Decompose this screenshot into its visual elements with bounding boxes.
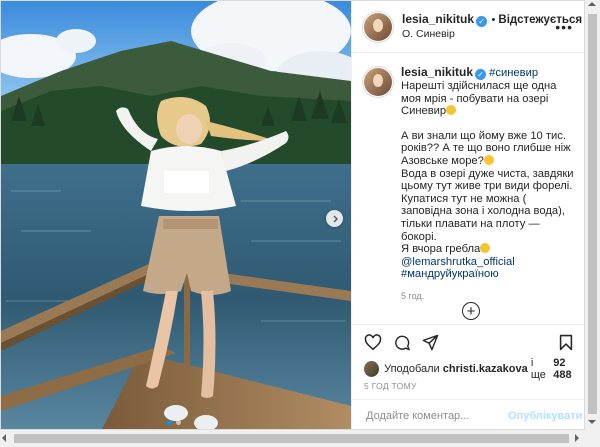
scroll-left-arrow-icon[interactable] [2,434,6,442]
liker-username-link[interactable]: christi.kazakova [443,363,528,375]
mention-link[interactable]: @lemarshrutka_official [401,256,515,268]
post-timestamp: 5 ГОД ТОМУ [364,381,417,391]
liker-avatar[interactable] [364,361,380,377]
verified-icon: ✓ [475,69,487,80]
vertical-scrollbar-thumb[interactable] [588,14,597,414]
scroll-down-arrow-icon[interactable] [588,420,596,424]
action-bar [352,324,584,361]
carousel-dot-active [167,420,172,425]
caption-avatar[interactable] [364,68,392,96]
carousel-next-button[interactable] [326,210,343,227]
post-card: lesia_nikituk ✓ • Відстежується О. Синеві… [0,0,585,430]
comment-icon[interactable] [393,334,411,351]
comment-form: Опублікувати [352,399,584,429]
horizontal-scrollbar-thumb[interactable] [14,434,569,443]
likes-line: Уподобали christi.kazakova і ще 92 488 [364,357,584,381]
add-comment-icon[interactable]: + [462,302,480,320]
horizontal-scrollbar[interactable] [0,430,585,447]
post-photo[interactable] [1,1,351,429]
share-icon[interactable] [422,334,439,351]
hashtag-inline-link[interactable]: #синевир [489,67,538,79]
hashtag-link[interactable]: #мандруйукраїною [401,268,499,280]
caption-time: 5 год. [401,290,425,301]
likes-count-link[interactable]: 92 488 [553,357,584,381]
lake-photo-illustration [1,1,351,429]
scroll-up-arrow-icon[interactable] [588,2,596,6]
verified-icon: ✓ [476,16,488,27]
username-link[interactable]: lesia_nikituk [402,12,474,26]
save-icon[interactable] [559,334,573,351]
caption-paragraph-2d: Я вчора гребла [401,243,481,256]
smiling-face-hearts-emoji [446,105,457,116]
publish-button[interactable]: Опублікувати [508,410,582,422]
scroll-right-arrow-icon[interactable] [575,434,579,442]
comment-input[interactable] [364,409,508,423]
avatar[interactable] [364,12,392,41]
caption-text: lesia_nikituk ✓ #синевир Нарешті здійснил… [401,66,578,303]
post-header: lesia_nikituk ✓ • Відстежується О. Синеві… [352,1,584,53]
heart-icon[interactable] [364,334,382,351]
chevron-right-icon [333,215,338,222]
likes-middle: і ще [530,357,546,381]
caption-paragraph-2b: Вода в озері дуже чиста, завдяки цьому т… [401,167,574,193]
more-options-icon[interactable]: ••• [555,19,573,35]
post-sidebar: lesia_nikituk ✓ • Відстежується О. Синеві… [351,1,584,429]
vertical-scrollbar[interactable] [585,0,600,430]
grinning-face-emoji [480,243,491,254]
caption-username-link[interactable]: lesia_nikituk [401,65,473,79]
caption: lesia_nikituk ✓ #синевир Нарешті здійснил… [364,66,578,303]
likes-prefix: Уподобали [384,363,440,375]
carousel-dot [176,420,181,425]
caption-paragraph-2c: Купатися тут не можна ( заповідна зона і… [401,192,565,243]
surprised-face-emoji [483,154,494,165]
caption-paragraph-1: Нарешті здійснилася ще одна моя мрія - п… [401,80,557,118]
